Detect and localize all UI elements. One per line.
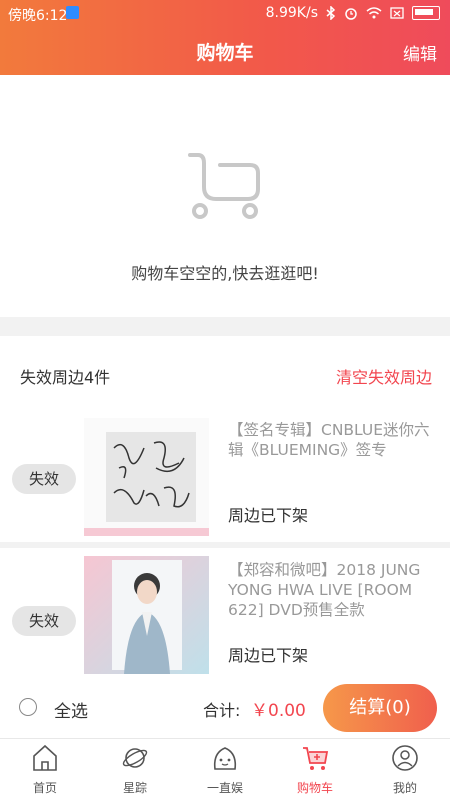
item-title: 【郑容和微吧】2018 JUNG YONG HWA LIVE [ROOM 622… [228, 561, 421, 619]
tab-star[interactable]: 星踪 [90, 739, 180, 801]
status-time: 傍晚6:12 [8, 8, 68, 24]
status-bar: 傍晚6:12 8.99K/s [0, 0, 450, 26]
invalid-badge: 失效 [12, 606, 76, 636]
header: 傍晚6:12 8.99K/s 购物车 编辑 [0, 0, 450, 75]
planet-icon [122, 748, 148, 768]
status-right: 8.99K/s [266, 5, 440, 21]
battery-icon [412, 6, 440, 20]
invalid-count: 失效周边4件 [20, 368, 111, 387]
checkout-button[interactable]: 结算(0) [323, 684, 437, 732]
tab-ent-label: 一直娱 [206, 781, 243, 795]
alarm-icon [345, 8, 357, 20]
total-value: ￥0.00 [251, 701, 306, 721]
edit-button[interactable]: 编辑 [403, 40, 437, 65]
empty-cart-text: 购物车空空的,快去逛逛吧! [131, 264, 319, 283]
tab-star-label: 星踪 [122, 781, 147, 795]
item-title: 【签名专辑】CNBLUE迷你六辑《BLUEMING》签专 [228, 421, 430, 459]
sim-icon [390, 7, 404, 19]
invalid-badge: 失效 [12, 464, 76, 494]
tab-cart-label: 购物车 [296, 781, 333, 795]
home-icon [33, 744, 57, 771]
album-signature-image [84, 418, 209, 536]
tab-home-label: 首页 [32, 781, 57, 795]
invalid-item[interactable]: 失效 【郑容和微吧】2018 JUNG YONG HWA LIVE [ROOM … [0, 548, 450, 680]
total-label: 合计: [203, 701, 241, 720]
page-title: 购物车 [196, 42, 254, 64]
cart-icon [303, 747, 329, 770]
empty-cart-panel: 购物车空空的,快去逛逛吧! [0, 75, 450, 317]
tab-me-label: 我的 [392, 781, 417, 795]
clear-invalid-button[interactable]: 清空失效周边 [336, 364, 432, 388]
mascot-icon [213, 747, 237, 770]
profile-icon [392, 745, 418, 771]
checkout-bar: 全选 合计: ￥0.00 结算(0) [0, 680, 450, 738]
item-status: 周边已下架 [228, 646, 309, 665]
wifi-icon [366, 7, 382, 19]
tab-bar: 首页 星踪 一直娱 购物车 我的 [0, 738, 450, 801]
app-notification-icon [66, 6, 79, 19]
invalid-item[interactable]: 失效 【签名专辑】CNBLUE迷你六辑《BLUEMING》签专 周边已下架 [0, 410, 450, 542]
dvd-cover-image [84, 556, 209, 674]
network-speed: 8.99K/s [265, 5, 318, 21]
select-all-label[interactable]: 全选 [54, 697, 88, 722]
tab-cart[interactable]: 购物车 [270, 739, 360, 801]
empty-cart-icon [188, 153, 260, 219]
tab-home[interactable]: 首页 [0, 739, 90, 801]
bluetooth-icon [326, 6, 336, 20]
item-status: 周边已下架 [228, 506, 309, 525]
select-all-radio[interactable] [19, 698, 37, 716]
tab-me[interactable]: 我的 [360, 739, 450, 801]
tab-ent[interactable]: 一直娱 [180, 739, 270, 801]
invalid-items-header: 失效周边4件 清空失效周边 [0, 336, 450, 410]
